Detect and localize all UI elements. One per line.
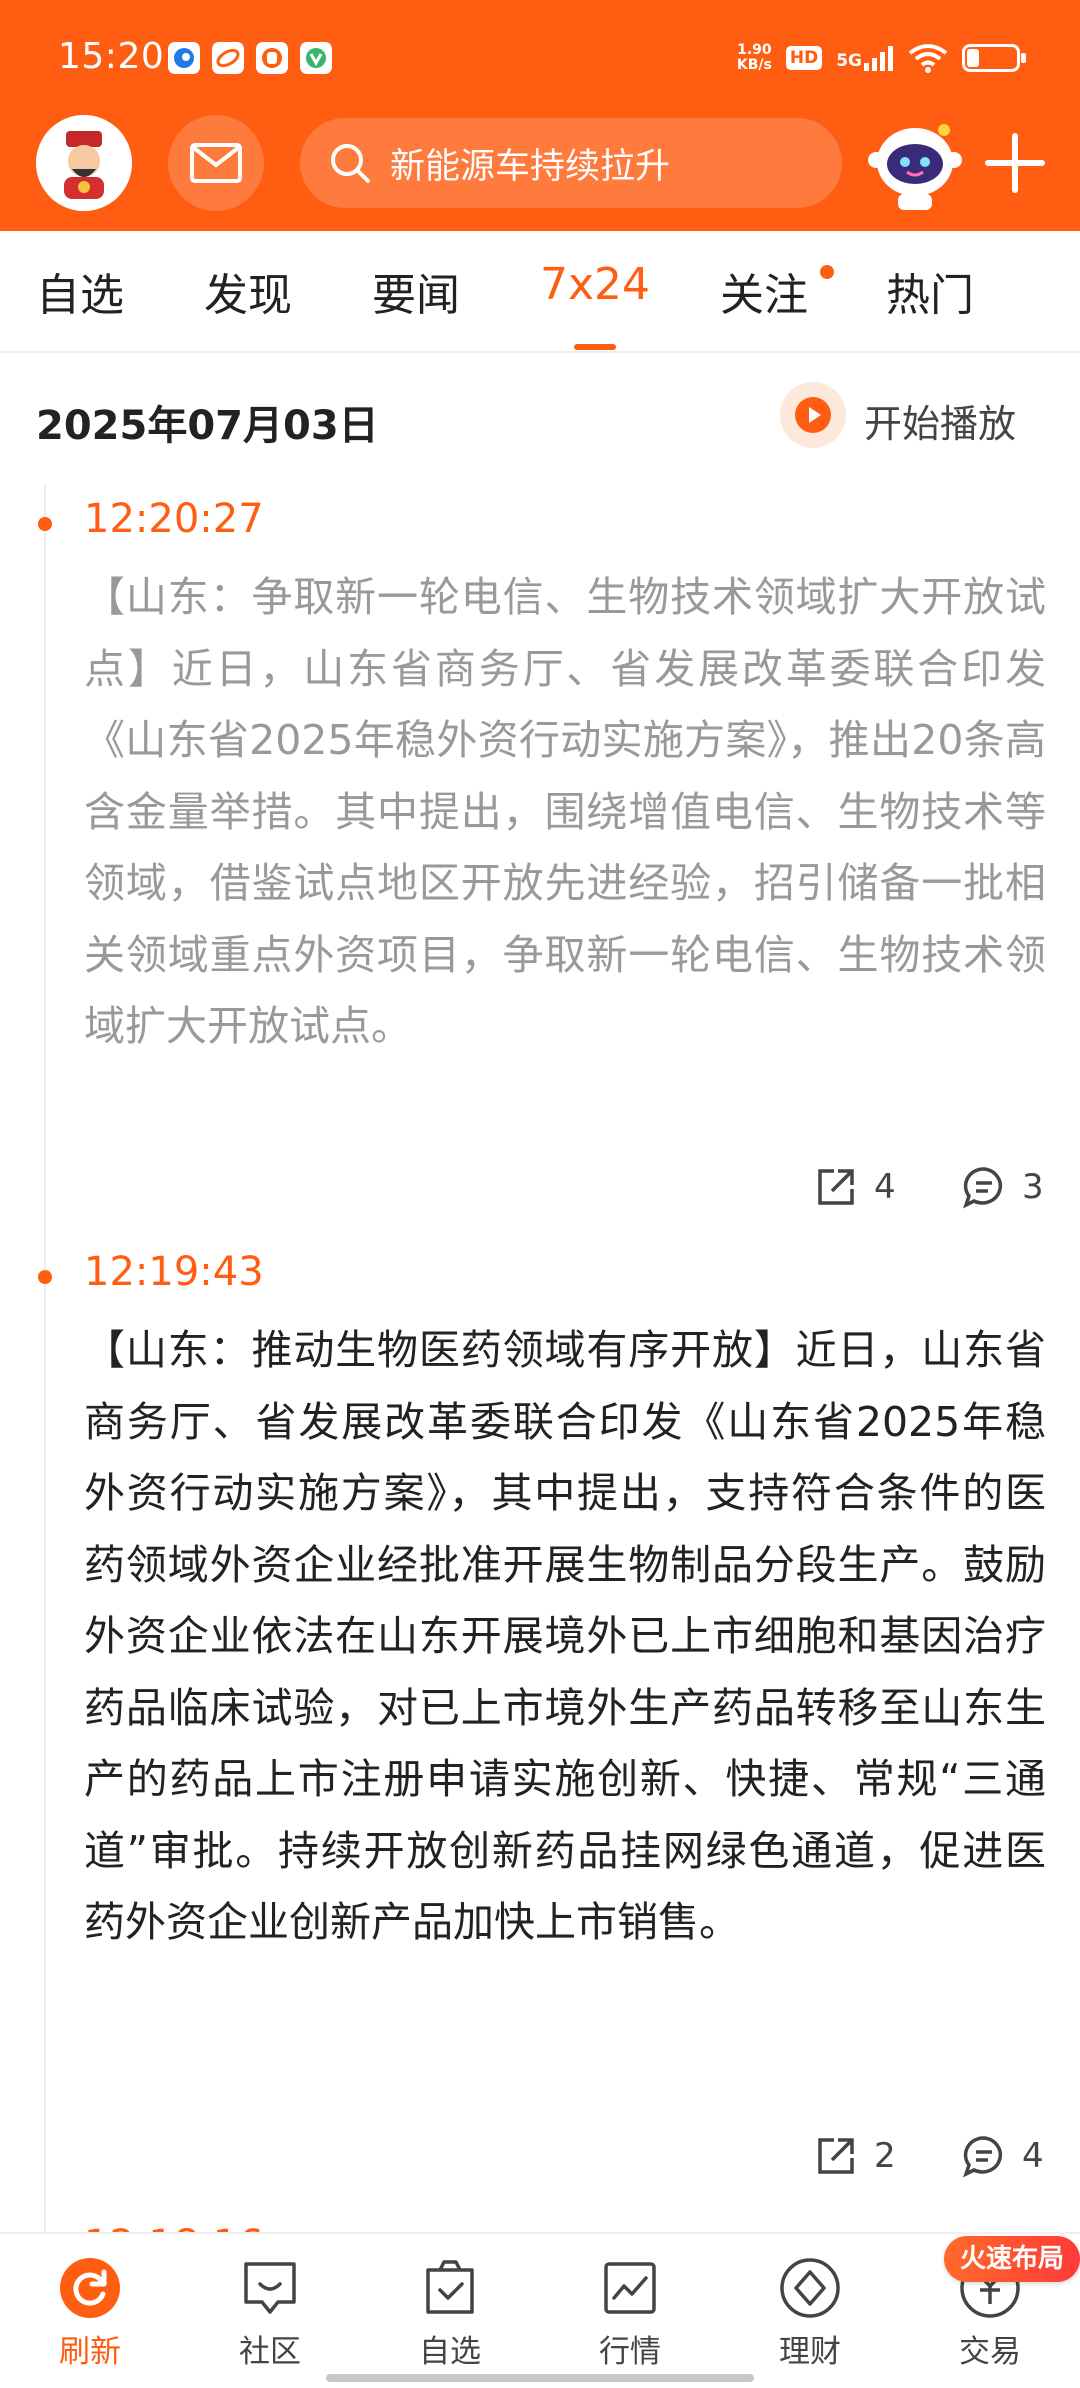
news-time: 12:20:27 — [84, 496, 264, 542]
status-right-group: 1.90 KB/s HD 5G — [737, 38, 1026, 78]
news-content[interactable]: 【山东：推动生物医药领域有序开放】近日，山东省商务厅、省发展改革委联合印发《山东… — [84, 1315, 1046, 1959]
mail-button[interactable] — [168, 115, 264, 211]
status-bar: 15:20 1.90 KB/s HD 5G — [0, 0, 1080, 110]
comment-count: 3 — [1022, 1167, 1044, 1207]
wifi-icon — [908, 44, 948, 73]
timeline-dot — [38, 1270, 52, 1284]
share-count: 2 — [874, 2136, 896, 2176]
nav-community[interactable]: 社区 — [200, 2256, 340, 2371]
app-icon — [212, 42, 244, 74]
market-chart-icon — [604, 2262, 656, 2314]
comment-count: 4 — [1022, 2136, 1044, 2176]
tab-watchlist[interactable]: 自选 — [36, 259, 124, 323]
app-icon — [300, 42, 332, 74]
nav-label: 刷新 — [59, 2334, 121, 2370]
divider — [0, 351, 1080, 353]
play-label[interactable]: 开始播放 — [864, 393, 1016, 448]
tab-bar: 自选 发现 要闻 7x24 关注 热门 — [0, 231, 1080, 351]
active-tab-indicator — [574, 344, 616, 350]
promo-badge[interactable]: 火速布局 — [944, 2236, 1080, 2282]
tab-trending[interactable]: 热门 — [886, 259, 974, 323]
nav-label: 理财 — [779, 2334, 841, 2370]
nav-label: 交易 — [959, 2334, 1021, 2370]
app-header: 15:20 1.90 KB/s HD 5G 新能源车持续拉升 — [0, 0, 1080, 231]
share-icon — [818, 1169, 854, 1205]
play-button[interactable] — [780, 382, 846, 448]
tab-following[interactable]: 关注 — [720, 259, 808, 323]
play-icon — [795, 397, 831, 433]
news-content[interactable]: 【山东：争取新一轮电信、生物技术领域扩大开放试点】近日，山东省商务厅、省发展改革… — [84, 562, 1046, 1063]
nav-label: 社区 — [239, 2334, 301, 2370]
browser-icon — [168, 42, 200, 74]
news-time: 12:19:43 — [84, 1249, 264, 1295]
nav-label: 行情 — [599, 2334, 661, 2370]
app-icon — [256, 42, 288, 74]
watchlist-icon — [426, 2260, 474, 2314]
share-count: 4 — [874, 1167, 896, 1207]
nav-refresh[interactable]: 刷新 — [20, 2256, 160, 2371]
comment-icon — [963, 2136, 1002, 2178]
tab-discover[interactable]: 发现 — [204, 259, 292, 323]
wealth-icon — [780, 2258, 840, 2318]
plus-icon[interactable] — [982, 130, 1048, 196]
refresh-icon — [60, 2258, 120, 2318]
search-placeholder: 新能源车持续拉升 — [390, 146, 671, 187]
network-speed-value: 1.90 — [737, 42, 772, 58]
network-speed: 1.90 KB/s — [737, 43, 772, 73]
comment-button[interactable]: 3 — [962, 1165, 1044, 1209]
home-indicator[interactable] — [326, 2374, 754, 2382]
tab-7x24[interactable]: 7x24 — [540, 259, 650, 310]
feed-date: 2025年07月03日 — [36, 403, 379, 449]
nav-label: 自选 — [419, 2334, 481, 2370]
nav-watchlist[interactable]: 自选 — [380, 2256, 520, 2371]
hd-badge: HD — [785, 46, 823, 70]
community-icon — [244, 2262, 296, 2314]
mail-icon — [190, 143, 242, 183]
share-icon — [818, 2138, 854, 2174]
battery-icon — [962, 44, 1026, 72]
comment-icon — [963, 1167, 1002, 1209]
nav-wealth[interactable]: 理财 — [740, 2256, 880, 2371]
robot-mascot[interactable] — [862, 110, 968, 216]
notification-dot — [820, 265, 834, 279]
timeline-line — [44, 485, 46, 2265]
timeline-dot — [38, 517, 52, 531]
header-toolbar: 新能源车持续拉升 — [0, 110, 1080, 230]
nav-market[interactable]: 行情 — [560, 2256, 700, 2371]
search-bar[interactable]: 新能源车持续拉升 — [300, 118, 842, 208]
share-button[interactable]: 4 — [814, 1165, 896, 1209]
network-speed-unit: KB/s — [736, 57, 772, 73]
bottom-nav: 刷新 社区 自选 行情 理财 交易 — [0, 2232, 1080, 2388]
signal-icon: 5G — [836, 45, 894, 71]
search-icon — [331, 144, 370, 183]
network-type: 5G — [836, 51, 862, 71]
comment-button[interactable]: 4 — [962, 2134, 1044, 2178]
share-button[interactable]: 2 — [814, 2134, 896, 2178]
tab-headlines[interactable]: 要闻 — [372, 259, 460, 323]
avatar[interactable] — [36, 115, 132, 211]
status-time: 15:20 — [58, 36, 165, 77]
